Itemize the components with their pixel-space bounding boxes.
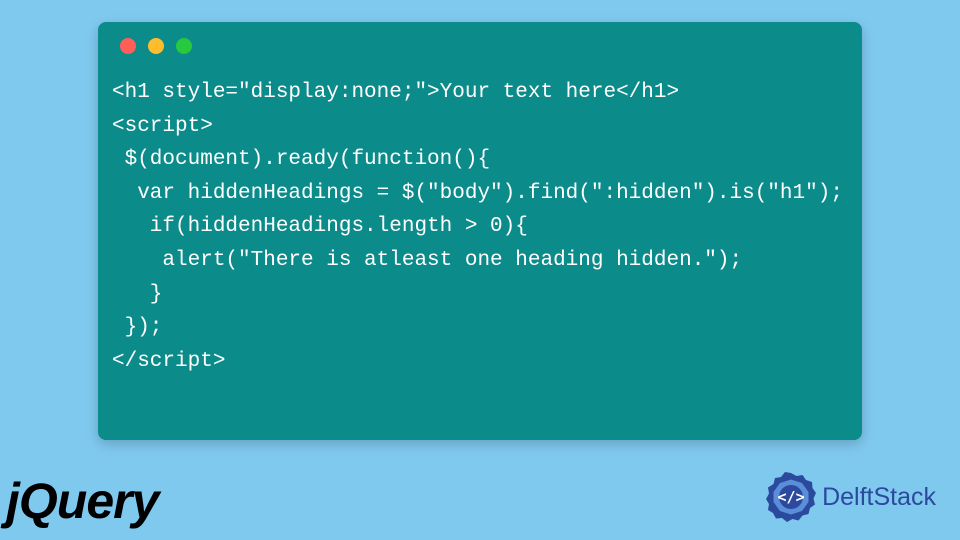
code-line: <h1 style="display:none;">Your text here… [112, 81, 679, 104]
code-line: alert("There is atleast one heading hidd… [112, 249, 742, 272]
code-block: <h1 style="display:none;">Your text here… [98, 54, 862, 396]
code-bracket-icon: </> [778, 488, 805, 506]
code-line: <script> [112, 115, 213, 138]
jquery-logo: jQuery [6, 472, 158, 530]
code-line: $(document).ready(function(){ [112, 148, 490, 171]
delftstack-icon: </> [766, 472, 816, 522]
minimize-icon [148, 38, 164, 54]
code-line: var hiddenHeadings = $("body").find(":hi… [112, 182, 843, 205]
delftstack-logo: </> DelftStack [766, 472, 936, 522]
code-line: }); [112, 316, 162, 339]
maximize-icon [176, 38, 192, 54]
close-icon [120, 38, 136, 54]
code-line: </script> [112, 350, 225, 373]
code-window: <h1 style="display:none;">Your text here… [98, 22, 862, 440]
window-controls [98, 22, 862, 54]
delftstack-label: DelftStack [822, 483, 936, 512]
code-line: } [112, 283, 162, 306]
code-line: if(hiddenHeadings.length > 0){ [112, 215, 528, 238]
